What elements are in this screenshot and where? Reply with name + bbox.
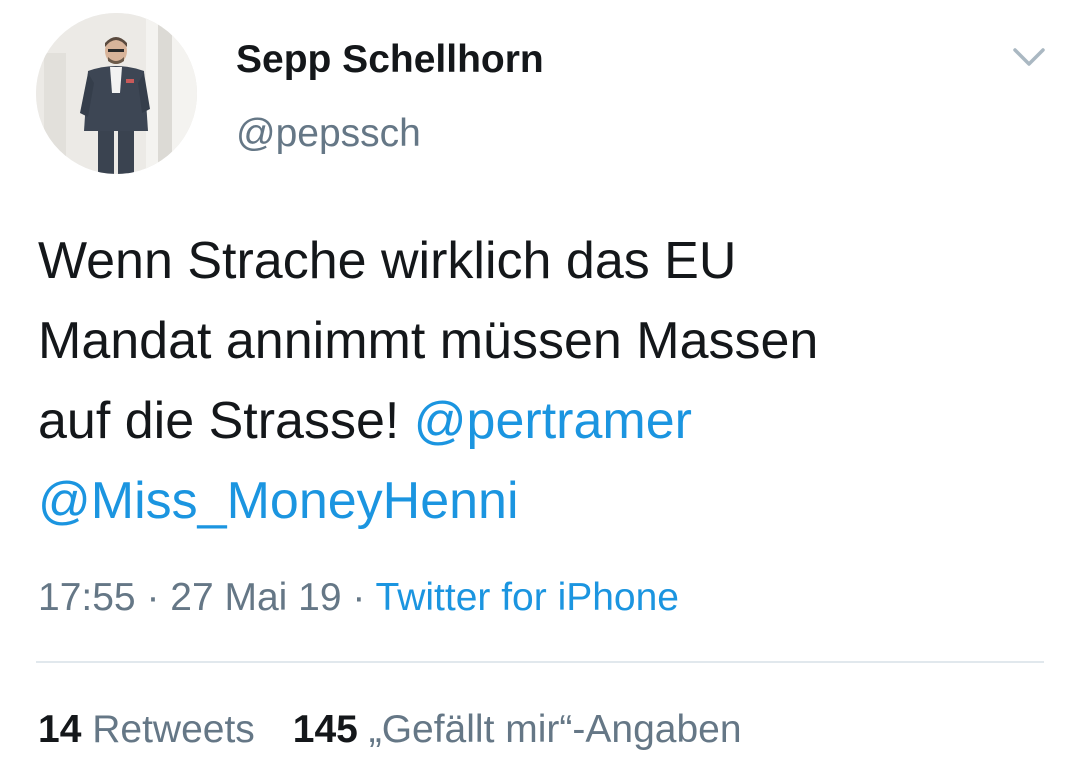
tweet-metadata: 17:55 · 27 Mai 19 · Twitter for iPhone — [38, 576, 679, 620]
likes-label: „Gefällt mir“-Angaben — [357, 708, 742, 751]
tweet-text-fragment: auf die Strasse! — [38, 392, 414, 450]
mention-link-miss-moneyhenni[interactable]: @Miss_MoneyHenni — [38, 472, 519, 530]
tweet-time: 17:55 — [38, 576, 136, 619]
tweet-text-line: @Miss_MoneyHenni — [38, 461, 1048, 541]
tweet-text: Wenn Strache wirklich das EU Mandat anni… — [38, 221, 1048, 541]
meta-separator: · — [135, 576, 171, 619]
retweets-label: Retweets — [81, 708, 255, 751]
tweet-detail: Sepp Schellhorn @pepssch Wenn Strache wi… — [0, 0, 1080, 783]
likes-stat[interactable]: 145 „Gefällt mir“-Angaben — [293, 708, 742, 751]
author-display-name[interactable]: Sepp Schellhorn — [236, 38, 544, 82]
tweet-text-line: auf die Strasse! @pertramer — [38, 381, 1048, 461]
profile-photo-icon — [36, 13, 197, 174]
author-handle[interactable]: @pepssch — [236, 112, 421, 156]
tweet-text-line: Mandat annimmt müssen Massen — [38, 312, 819, 370]
likes-count: 145 — [292, 708, 358, 751]
tweet-date: 27 Mai 19 — [170, 576, 342, 619]
tweet-source-link[interactable]: Twitter for iPhone — [376, 576, 679, 619]
divider — [36, 661, 1044, 663]
tweet-text-line: Wenn Strache wirklich das EU — [38, 232, 737, 290]
tweet-stats: 14 Retweets 145 „Gefällt mir“-Angaben — [38, 708, 742, 752]
avatar[interactable] — [36, 13, 197, 174]
mention-link-pertramer[interactable]: @pertramer — [414, 392, 692, 450]
chevron-down-icon[interactable] — [1011, 44, 1047, 72]
meta-separator: · — [341, 576, 376, 619]
retweets-stat[interactable]: 14 Retweets — [38, 708, 255, 751]
retweets-count: 14 — [38, 708, 82, 751]
